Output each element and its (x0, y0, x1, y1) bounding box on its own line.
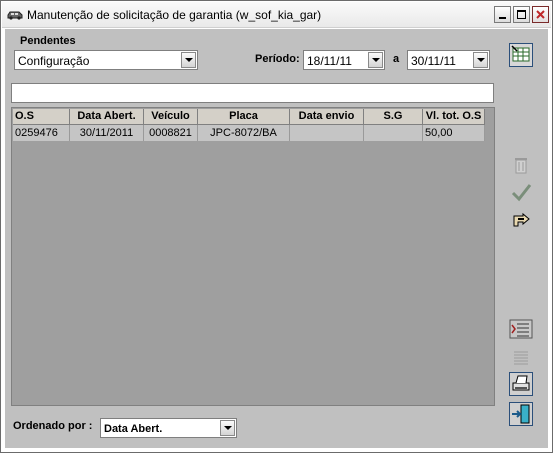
chevron-down-icon (372, 58, 380, 62)
car-icon (7, 9, 23, 20)
close-button[interactable] (532, 6, 549, 23)
trash-icon (515, 158, 527, 174)
pendentes-select[interactable]: Configuração (14, 50, 198, 70)
order-dropdown-button[interactable] (220, 420, 235, 436)
cell-placa: JPC-8072/BA (198, 125, 290, 141)
date-to-value: 30/11/11 (411, 54, 456, 68)
delete-button[interactable] (509, 153, 533, 177)
column-header-data-envio[interactable]: Data envio (290, 109, 364, 125)
list-button[interactable] (509, 345, 533, 369)
print-button[interactable] (509, 372, 533, 396)
main-window: Manutenção de solicitação de garantia (w… (0, 0, 553, 453)
confirm-button[interactable] (509, 181, 533, 205)
chevron-down-icon (477, 58, 485, 62)
order-label: Ordenado por : (13, 420, 93, 432)
cell-os: 0259476 (13, 125, 70, 141)
search-input[interactable] (11, 83, 494, 103)
date-from-dropdown-button[interactable] (368, 52, 383, 68)
chevron-down-icon (185, 58, 193, 62)
client-area: Pendentes Configuração Período: 18/11/11… (5, 29, 548, 448)
table-row[interactable]: 0259476 30/11/2011 0008821 JPC-8072/BA 5… (13, 125, 485, 141)
multi-list-icon (509, 319, 533, 339)
date-to-field[interactable]: 30/11/11 (407, 50, 490, 70)
column-header-data-abert[interactable]: Data Abert. (70, 109, 144, 125)
close-icon (536, 10, 545, 19)
maximize-button[interactable] (513, 6, 530, 23)
warranty-grid[interactable]: O.S Data Abert. Veículo Placa Data envio… (11, 107, 495, 406)
column-header-veiculo[interactable]: Veículo (144, 109, 198, 125)
pendentes-label: Pendentes (20, 35, 76, 47)
maximize-icon (517, 10, 526, 19)
minimize-icon (499, 17, 506, 19)
column-header-sg[interactable]: S.G (364, 109, 423, 125)
hand-action-button[interactable] (509, 208, 533, 232)
grid-select-button[interactable] (509, 43, 533, 67)
minimize-button[interactable] (494, 6, 511, 23)
cell-data-envio (290, 125, 364, 141)
column-header-vl-tot-os[interactable]: Vl. tot. O.S (423, 109, 485, 125)
grid-select-icon (509, 43, 533, 67)
title-bar[interactable]: Manutenção de solicitação de garantia (w… (2, 2, 551, 28)
date-from-field[interactable]: 18/11/11 (303, 50, 385, 70)
date-from-value: 18/11/11 (307, 54, 352, 68)
printer-icon (509, 372, 533, 396)
cell-sg (364, 125, 423, 141)
order-value: Data Abert. (104, 423, 163, 435)
column-header-placa[interactable]: Placa (198, 109, 290, 125)
date-to-dropdown-button[interactable] (473, 52, 488, 68)
column-header-os[interactable]: O.S (13, 109, 70, 125)
cell-vl-tot-os: 50,00 (423, 125, 485, 141)
date-separator: a (393, 53, 400, 65)
chevron-down-icon (224, 426, 232, 430)
periodo-label: Período: (255, 53, 300, 65)
cell-veiculo: 0008821 (144, 125, 198, 141)
pendentes-value: Configuração (18, 54, 90, 68)
cell-data-abert: 30/11/2011 (70, 125, 144, 141)
exit-button[interactable] (509, 402, 533, 426)
checkmark-icon (511, 184, 532, 202)
pointing-hand-icon (513, 212, 530, 227)
pendentes-dropdown-button[interactable] (181, 52, 196, 68)
multi-list-button[interactable] (509, 317, 533, 341)
order-select[interactable]: Data Abert. (100, 418, 237, 438)
window-title: Manutenção de solicitação de garantia (w… (27, 8, 322, 22)
exit-door-icon (509, 402, 533, 426)
list-icon (514, 351, 528, 365)
